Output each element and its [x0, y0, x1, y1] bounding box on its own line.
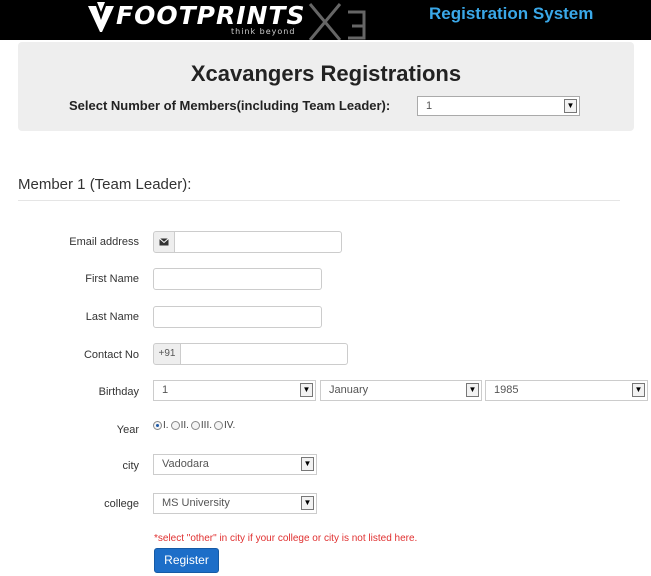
logo-tagline: think beyond — [231, 27, 296, 36]
contact-label: Contact No — [83, 349, 139, 361]
year-radio-2[interactable] — [170, 421, 180, 430]
logo-text: FOOTPRINTS — [116, 1, 306, 30]
city-value: Vadodara — [162, 458, 209, 470]
year-label: Year — [116, 424, 139, 436]
year-radio-1[interactable] — [153, 421, 162, 430]
last-name-field[interactable] — [153, 306, 322, 328]
chevron-down-icon: ▼ — [301, 496, 314, 510]
birthday-day-value: 1 — [162, 384, 169, 396]
header-bar: FOOTPRINTS think beyond Registration Sys… — [0, 0, 651, 40]
birthday-year-value: 1985 — [494, 384, 519, 396]
chevron-down-icon: ▼ — [301, 457, 314, 471]
year-radio-4[interactable] — [214, 421, 224, 430]
college-value: MS University — [162, 497, 230, 509]
college-label: college — [104, 498, 139, 510]
system-title: Registration System — [429, 4, 594, 23]
section-divider — [18, 200, 620, 201]
members-select[interactable]: 1 ▼ — [417, 96, 580, 116]
birthday-day-select[interactable]: 1 ▼ — [153, 380, 316, 401]
birthday-month-select[interactable]: January ▼ — [320, 380, 482, 401]
city-select[interactable]: Vadodara ▼ — [153, 454, 317, 475]
chevron-down-icon: ▼ — [632, 383, 645, 397]
member-section-title: Member 1 (Team Leader): — [18, 176, 192, 193]
year-option-1-label: I. — [163, 420, 169, 431]
email-field[interactable] — [174, 231, 342, 253]
first-name-field[interactable] — [153, 268, 322, 290]
year-radio-3[interactable] — [190, 421, 200, 430]
members-value: 1 — [426, 100, 433, 112]
birthday-label: Birthday — [98, 386, 139, 398]
birthday-year-select[interactable]: 1985 ▼ — [485, 380, 648, 401]
members-label: Select Number of Members(including Team … — [69, 98, 391, 113]
page-title: Xcavangers Registrations — [190, 61, 462, 86]
registration-panel: Xcavangers Registrations Select Number o… — [18, 42, 634, 131]
year-option-3-label: III. — [200, 420, 213, 431]
envelope-icon — [159, 238, 169, 246]
logo-v-mark-icon — [88, 2, 114, 32]
city-label: city — [122, 460, 140, 472]
last-name-label: Last Name — [85, 311, 139, 323]
footprints-logo: FOOTPRINTS think beyond — [88, 0, 388, 40]
email-label: Email address — [69, 236, 139, 248]
year-radio-group: I. II. III. IV. — [153, 420, 237, 431]
contact-field[interactable] — [180, 343, 348, 365]
city-note: *select "other" in city if your college … — [154, 533, 418, 544]
chevron-down-icon: ▼ — [564, 99, 577, 113]
logo-x3-icon — [308, 3, 366, 40]
email-addon — [153, 231, 175, 253]
year-option-4-label: IV. — [224, 420, 236, 431]
chevron-down-icon: ▼ — [300, 383, 313, 397]
chevron-down-icon: ▼ — [466, 383, 479, 397]
register-button[interactable]: Register — [154, 548, 219, 573]
birthday-month-value: January — [329, 384, 369, 396]
contact-prefix: +91 — [153, 343, 181, 365]
college-select[interactable]: MS University ▼ — [153, 493, 317, 514]
year-option-2-label: II. — [180, 420, 189, 431]
first-name-label: First Name — [85, 273, 139, 285]
